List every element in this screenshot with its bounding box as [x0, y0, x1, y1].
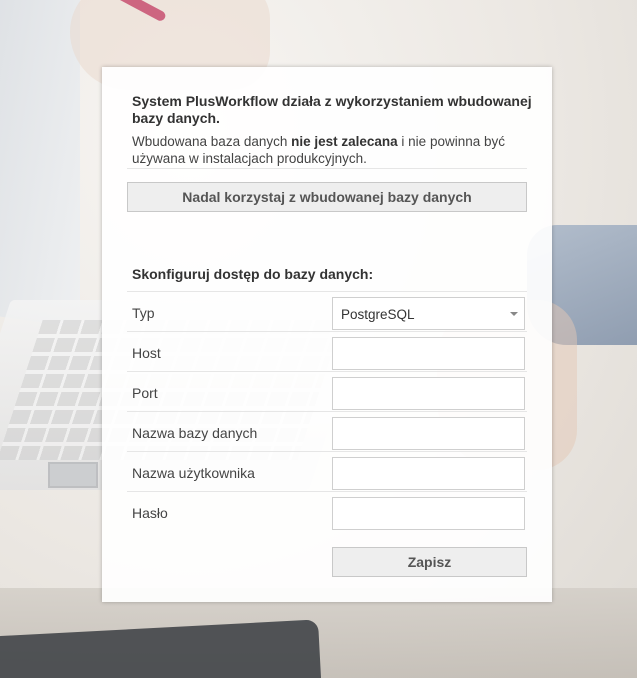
db-type-row: Typ PostgreSQL	[127, 291, 527, 332]
password-field-box	[332, 497, 525, 530]
port-field-box	[332, 377, 525, 410]
db-config-title: Skonfiguruj dostęp do bazy danych:	[132, 266, 374, 282]
keep-embedded-db-button[interactable]: Nadal korzystaj z wbudowanej bazy danych	[127, 182, 527, 212]
password-label: Hasło	[132, 505, 168, 521]
host-field-box	[332, 337, 525, 370]
laptop-screen-decoration	[0, 0, 80, 328]
db-type-label: Typ	[132, 305, 155, 321]
notice-description-emphasis: nie jest zalecana	[291, 134, 398, 149]
divider	[127, 168, 527, 169]
save-button[interactable]: Zapisz	[332, 547, 527, 577]
notice-description: Wbudowana baza danych nie jest zalecana …	[132, 133, 532, 167]
host-input[interactable]	[333, 338, 524, 369]
password-input[interactable]	[333, 498, 524, 529]
db-type-value: PostgreSQL	[341, 307, 415, 322]
host-row: Host	[127, 331, 527, 372]
port-input[interactable]	[333, 378, 524, 409]
db-name-row: Nazwa bazy danych	[127, 411, 527, 452]
password-row: Hasło	[127, 491, 527, 532]
database-setup-dialog: System PlusWorkflow działa z wykorzystan…	[102, 67, 552, 602]
port-label: Port	[132, 385, 158, 401]
port-row: Port	[127, 371, 527, 412]
db-name-field-box	[332, 417, 525, 450]
notice-description-text: Wbudowana baza danych	[132, 134, 292, 149]
db-type-select[interactable]: PostgreSQL	[332, 297, 525, 330]
username-field-box	[332, 457, 525, 490]
username-row: Nazwa użytkownika	[127, 451, 527, 492]
notice-heading: System PlusWorkflow działa z wykorzystan…	[132, 93, 532, 126]
username-input[interactable]	[333, 458, 524, 489]
username-label: Nazwa użytkownika	[132, 465, 255, 481]
chevron-down-icon	[510, 312, 518, 316]
db-name-input[interactable]	[333, 418, 524, 449]
host-label: Host	[132, 345, 161, 361]
laptop-port-decoration	[48, 462, 98, 488]
db-name-label: Nazwa bazy danych	[132, 425, 258, 441]
